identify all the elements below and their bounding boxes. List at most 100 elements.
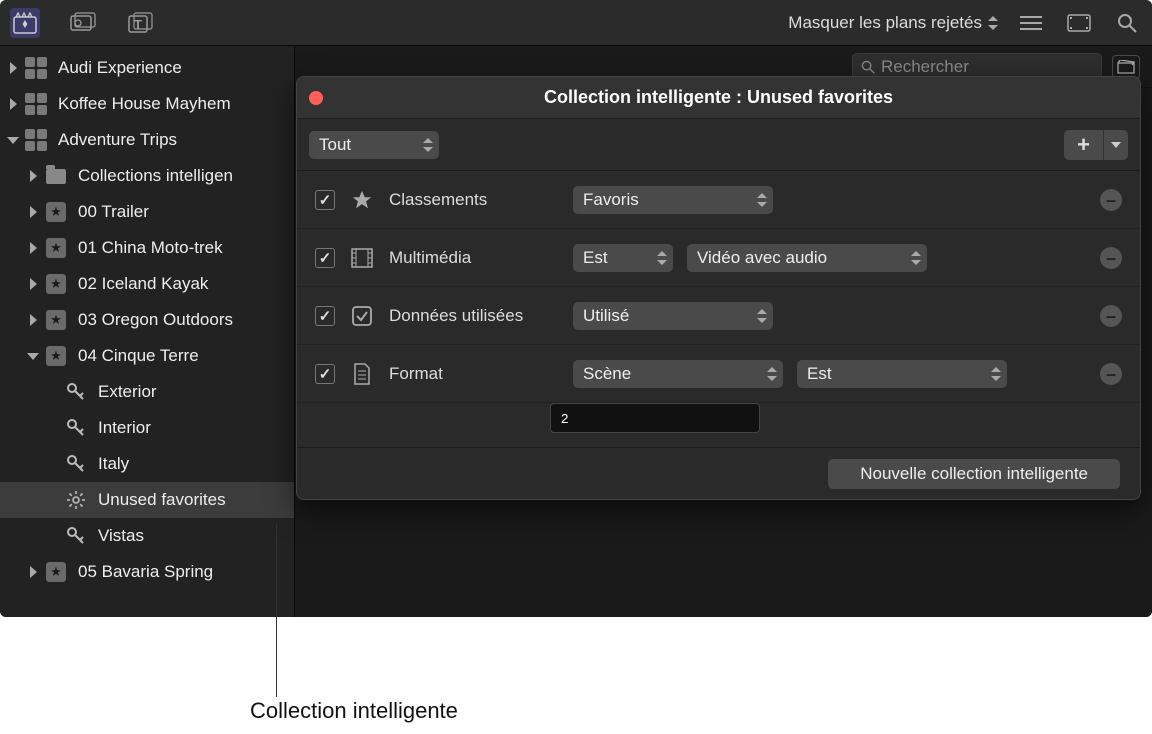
- rule-select-value: Est: [807, 364, 832, 384]
- sidebar-item[interactable]: Vistas: [0, 518, 294, 554]
- sidebar-item[interactable]: Unused favorites: [0, 482, 294, 518]
- disclosure-icon[interactable]: [6, 98, 20, 110]
- sidebar-item-label: Vistas: [98, 526, 144, 546]
- sidebar-item-label: 04 Cinque Terre: [78, 346, 199, 366]
- toolbar-left: T: [10, 8, 156, 38]
- panel-title: Collection intelligente : Unused favorit…: [544, 87, 893, 108]
- callout-label: Collection intelligente: [250, 698, 458, 724]
- remove-rule-button[interactable]: –: [1100, 363, 1122, 385]
- rule-checkbox[interactable]: [315, 306, 335, 326]
- sidebar-item-label: Interior: [98, 418, 151, 438]
- add-rule-button[interactable]: +: [1064, 130, 1128, 160]
- smart-collection-icon: [64, 488, 88, 512]
- doc-icon: [349, 363, 375, 385]
- rule-select[interactable]: Est: [797, 360, 1007, 388]
- rule-row: MultimédiaEstVidéo avec audio–: [297, 229, 1140, 287]
- sidebar-item[interactable]: Adventure Trips: [0, 122, 294, 158]
- checkbox-icon: [349, 305, 375, 327]
- new-smart-collection-button[interactable]: Nouvelle collection intelligente: [828, 459, 1120, 489]
- panel-match-row: Tout +: [297, 119, 1140, 171]
- rule-row: Données utiliséesUtilisé–: [297, 287, 1140, 345]
- rule-label: Classements: [389, 190, 559, 210]
- sidebar-item[interactable]: Exterior: [0, 374, 294, 410]
- keyword-icon: [64, 524, 88, 548]
- rule-row: Classements Favoris –: [297, 171, 1140, 229]
- sidebar-item[interactable]: Collections intelligen: [0, 158, 294, 194]
- sidebar-item[interactable]: ★01 China Moto-trek: [0, 230, 294, 266]
- disclosure-icon[interactable]: [26, 170, 40, 182]
- disclosure-icon[interactable]: [26, 242, 40, 254]
- sidebar-item[interactable]: ★02 Iceland Kayak: [0, 266, 294, 302]
- keyword-icon: [64, 380, 88, 404]
- sidebar-item[interactable]: ★04 Cinque Terre: [0, 338, 294, 374]
- library-icon: [24, 92, 48, 116]
- match-select[interactable]: Tout: [309, 131, 439, 159]
- rule-label: Format: [389, 364, 559, 384]
- disclosure-icon[interactable]: [26, 314, 40, 326]
- plus-icon: +: [1064, 130, 1104, 160]
- remove-rule-button[interactable]: –: [1100, 305, 1122, 327]
- disclosure-icon[interactable]: [26, 206, 40, 218]
- library-icon: [24, 128, 48, 152]
- sidebar-item[interactable]: ★ 05 Bavaria Spring: [0, 554, 294, 590]
- disclosure-icon[interactable]: [26, 278, 40, 290]
- sidebar-item-label: Exterior: [98, 382, 157, 402]
- rule-select[interactable]: Vidéo avec audio: [687, 244, 927, 272]
- sidebar-item-label: 03 Oregon Outdoors: [78, 310, 233, 330]
- updown-icon: [767, 367, 777, 381]
- film-icon: [349, 248, 375, 268]
- rule-select-value: Vidéo avec audio: [697, 248, 827, 268]
- sidebar-item-label: Audi Experience: [58, 58, 182, 78]
- sidebar-item-label: 02 Iceland Kayak: [78, 274, 208, 294]
- photos-tab-icon[interactable]: [68, 8, 98, 38]
- remove-rule-button[interactable]: –: [1100, 247, 1122, 269]
- toolbar-right: Masquer les plans rejetés: [788, 8, 1142, 38]
- close-icon[interactable]: [309, 91, 323, 105]
- rule-checkbox[interactable]: [315, 248, 335, 268]
- sidebar-item-label: Italy: [98, 454, 129, 474]
- updown-icon: [757, 193, 767, 207]
- svg-text:T: T: [134, 17, 142, 32]
- disclosure-icon[interactable]: [6, 62, 20, 74]
- event-icon: ★: [44, 560, 68, 584]
- clip-appearance-icon[interactable]: [1112, 55, 1140, 79]
- rule-checkbox[interactable]: [315, 190, 335, 210]
- list-view-icon[interactable]: [1016, 8, 1046, 38]
- sidebar-item[interactable]: Audi Experience: [0, 50, 294, 86]
- remove-rule-button[interactable]: –: [1100, 189, 1122, 211]
- rule-select-value: Scène: [583, 364, 631, 384]
- search-toggle-icon[interactable]: [1112, 8, 1142, 38]
- updown-icon: [911, 251, 921, 265]
- sidebar-item-label: Unused favorites: [98, 490, 226, 510]
- rule-input-row: [297, 403, 1140, 447]
- new-button-label: Nouvelle collection intelligente: [860, 464, 1088, 484]
- disclosure-icon[interactable]: [26, 353, 40, 360]
- titles-tab-icon[interactable]: T: [126, 8, 156, 38]
- sidebar-item-label: 05 Bavaria Spring: [78, 562, 213, 582]
- sidebar-item-label: Koffee House Mayhem: [58, 94, 231, 114]
- rule-select-value: Favoris: [583, 190, 639, 210]
- rule-select[interactable]: Utilisé: [573, 302, 773, 330]
- sidebar-item-label: 00 Trailer: [78, 202, 149, 222]
- keyword-icon: [64, 416, 88, 440]
- event-icon: ★: [44, 200, 68, 224]
- disclosure-icon[interactable]: [26, 566, 40, 578]
- filmstrip-view-icon[interactable]: [1064, 8, 1094, 38]
- clip-filter-menu[interactable]: Masquer les plans rejetés: [788, 13, 998, 33]
- rule-select[interactable]: Scène: [573, 360, 783, 388]
- chevron-down-icon: [1104, 130, 1128, 160]
- sidebar-item[interactable]: Interior: [0, 410, 294, 446]
- updown-icon: [991, 367, 1001, 381]
- rule-checkbox[interactable]: [315, 364, 335, 384]
- rule-select[interactable]: Favoris: [573, 186, 773, 214]
- clip-filter-label: Masquer les plans rejetés: [788, 13, 982, 33]
- updown-icon: [757, 309, 767, 323]
- sidebar-item[interactable]: Koffee House Mayhem: [0, 86, 294, 122]
- rule-text-input[interactable]: [550, 403, 760, 433]
- sidebar-item[interactable]: ★ 00 Trailer: [0, 194, 294, 230]
- sidebar-item[interactable]: Italy: [0, 446, 294, 482]
- rule-select[interactable]: Est: [573, 244, 673, 272]
- library-tab-icon[interactable]: [10, 8, 40, 38]
- disclosure-icon[interactable]: [6, 137, 20, 144]
- sidebar-item[interactable]: ★03 Oregon Outdoors: [0, 302, 294, 338]
